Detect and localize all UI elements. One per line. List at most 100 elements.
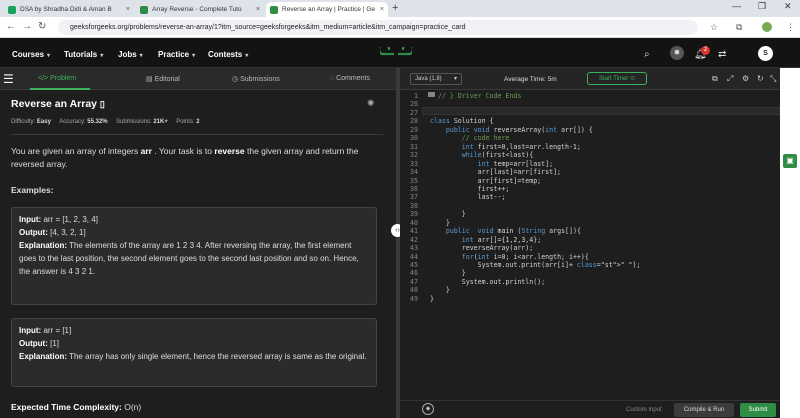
code-line: first++; xyxy=(430,184,510,193)
search-icon[interactable]: ⌕ xyxy=(644,49,650,60)
settings-icon[interactable]: ⚙ xyxy=(742,74,749,83)
bug-icon[interactable]: ✺ xyxy=(367,98,375,109)
menu-label: Courses xyxy=(12,50,45,59)
etc-label: Expected Time Complexity: xyxy=(11,402,122,412)
problem-description: You are given an array of integers arr .… xyxy=(11,145,383,171)
code-line: arr[first]=temp; xyxy=(430,176,542,185)
divider xyxy=(11,134,383,135)
tab-label: Comments xyxy=(336,75,370,82)
gfg-logo[interactable] xyxy=(377,43,415,61)
tab-submissions[interactable]: ◷ Submissions xyxy=(232,75,280,83)
problem-tabs: ☰ </> Problem ▤ Editorial ◷ Submissions … xyxy=(0,68,396,90)
extensions-icon[interactable]: ⧉ xyxy=(736,22,742,33)
menu-practice[interactable]: Practice ▾ xyxy=(158,50,195,59)
clock-icon: ◷ xyxy=(232,76,241,83)
example-explanation: Explanation: The array has only single e… xyxy=(19,350,369,363)
reset-icon[interactable]: ↻ xyxy=(757,74,764,83)
input-value: arr = [1, 2, 3, 4] xyxy=(41,215,98,224)
tab-editorial[interactable]: ▤ Editorial xyxy=(146,75,180,83)
submit-button[interactable]: Submit xyxy=(740,403,776,417)
menu-label: Practice xyxy=(158,50,190,59)
code-line: System.out.println(); xyxy=(430,277,546,286)
close-icon[interactable]: × xyxy=(126,6,130,13)
start-timer-button[interactable]: Start Timer ⊙ xyxy=(587,72,647,85)
editor-toolbar: Java (1.8) ▾ Average Time: 5m Start Timer… xyxy=(400,68,780,90)
close-icon[interactable]: × xyxy=(256,6,260,13)
line-number: 28 xyxy=(410,117,418,126)
line-number: 45 xyxy=(410,261,418,269)
compile-run-button[interactable]: Compile & Run xyxy=(674,403,734,417)
gfg-favicon-icon xyxy=(270,5,278,14)
menu-contests[interactable]: Contests ▾ xyxy=(208,50,248,59)
custom-input-link[interactable]: Custom Input xyxy=(626,407,662,413)
fullscreen-icon[interactable]: ⤢ xyxy=(727,74,733,84)
new-tab-button[interactable]: + xyxy=(392,2,398,14)
tab-label: Submissions xyxy=(240,76,280,83)
bookmark-icon[interactable]: ▯ xyxy=(100,99,105,109)
copy-icon[interactable]: ⧉ xyxy=(712,74,718,84)
expand-icon[interactable]: ⤡ xyxy=(770,74,776,84)
line-number: 44 xyxy=(410,252,418,261)
code-line: arr[last]=arr[first]; xyxy=(430,168,562,177)
chevron-down-icon: ▾ xyxy=(453,76,457,82)
code-line: } xyxy=(430,269,466,278)
address-bar: ← → ↻ geeksforgeeks.org/problems/reverse… xyxy=(0,17,800,38)
line-number: 31 xyxy=(410,142,418,151)
line-number: 36 xyxy=(410,184,418,193)
line-number: 42 xyxy=(410,235,418,244)
menu-tutorials[interactable]: Tutorials ▾ xyxy=(64,50,103,59)
close-icon[interactable]: × xyxy=(380,6,384,13)
tab-label: Array Reverse - Complete Tuto xyxy=(152,6,242,13)
language-value: Java (1.8) xyxy=(415,76,442,82)
translate-icon[interactable]: ⇄ xyxy=(718,49,726,60)
tab-problem[interactable]: </> Problem xyxy=(38,75,76,82)
back-icon[interactable]: ← xyxy=(6,21,16,32)
hamburger-icon[interactable]: ☰ xyxy=(3,72,14,86)
forward-icon[interactable]: → xyxy=(22,21,32,32)
example-input: Input: arr = [1, 2, 3, 4] xyxy=(19,213,369,226)
profile-icon[interactable] xyxy=(762,22,772,32)
problem-panel: ☰ </> Problem ▤ Editorial ◷ Submissions … xyxy=(0,68,396,418)
tab-comments[interactable]: ◌ Comments xyxy=(330,75,370,82)
star-icon[interactable]: ☆ xyxy=(710,22,718,33)
gear-icon[interactable]: ✹ xyxy=(670,46,684,60)
example-input: Input: arr = [1] xyxy=(19,324,369,337)
minimize-icon[interactable]: — xyxy=(732,1,741,11)
avatar[interactable]: S xyxy=(758,46,773,61)
browser-tab-bar: DSA by Shradha Didi & Aman B × Array Rev… xyxy=(0,0,800,17)
bulb-icon[interactable]: ✷ xyxy=(422,403,434,415)
code-line: // code here xyxy=(430,134,510,143)
menu-courses[interactable]: Courses ▾ xyxy=(12,50,50,59)
fold-marker-icon[interactable] xyxy=(428,92,435,97)
menu-label: Contests xyxy=(208,50,243,59)
language-select[interactable]: Java (1.8) ▾ xyxy=(410,73,462,85)
reload-icon[interactable]: ↻ xyxy=(38,21,46,32)
browser-tab-3[interactable]: Reverse an Array | Practice | Ge × xyxy=(266,2,388,17)
browser-tab-2[interactable]: Array Reverse - Complete Tuto × xyxy=(136,2,264,17)
browser-tab-1[interactable]: DSA by Shradha Didi & Aman B × xyxy=(4,2,134,17)
example-explanation: Explanation: The elements of the array a… xyxy=(19,239,369,278)
menu-jobs[interactable]: Jobs ▾ xyxy=(118,50,143,59)
line-number: 46 xyxy=(410,269,418,278)
chat-icon[interactable]: ▣ xyxy=(783,154,797,168)
active-tab-indicator xyxy=(30,88,90,90)
explanation-label: Explanation: xyxy=(19,241,68,250)
line-number: 26 xyxy=(410,100,418,109)
maximize-icon[interactable]: ❐ xyxy=(758,1,766,12)
desc-text: You are given an array of integers xyxy=(11,146,141,156)
submissions-value: 21K+ xyxy=(153,119,168,125)
code-editor[interactable]: 1 26 27 28 29 30 31 32 33 34 35 36 37 38 39 40 41 42 43 44 4… xyxy=(400,90,780,400)
kebab-menu-icon[interactable]: ⋮ xyxy=(786,22,795,33)
line-number: 37 xyxy=(410,193,418,202)
line-number: 47 xyxy=(410,277,418,286)
points-value: 2 xyxy=(196,119,200,125)
url-field[interactable]: geeksforgeeks.org/problems/reverse-an-ar… xyxy=(58,20,698,35)
output-label: Output: xyxy=(19,228,48,237)
active-line-highlight xyxy=(422,107,780,115)
code-line: // } Driver Code Ends xyxy=(430,92,522,100)
window-close-icon[interactable]: ✕ xyxy=(784,1,792,12)
chevron-down-icon: ▾ xyxy=(139,53,143,59)
line-number: 35 xyxy=(410,176,418,185)
gfg-favicon-icon xyxy=(140,5,148,14)
output-label: Output: xyxy=(19,339,48,348)
